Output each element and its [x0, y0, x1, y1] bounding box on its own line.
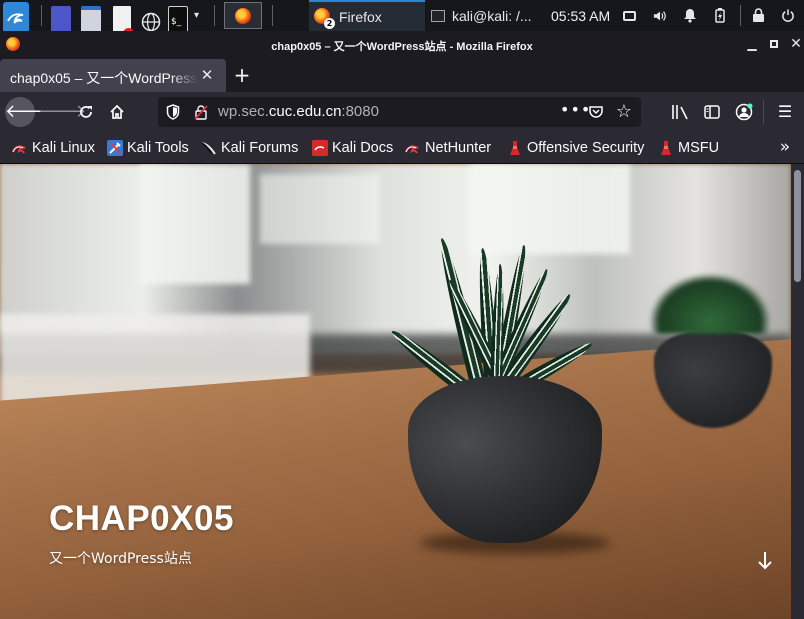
tab-strip: chap0x05 – 又一个WordPress站点 ✕ +: [0, 58, 804, 92]
new-tab-button[interactable]: +: [232, 64, 252, 86]
battery-icon[interactable]: [713, 0, 727, 31]
forward-button[interactable]: 🡒: [38, 97, 86, 127]
msfu-icon: [658, 140, 674, 156]
bookmark-msfu[interactable]: MSFU: [658, 138, 719, 158]
bookmark-label: Kali Linux: [32, 140, 95, 156]
pocket-icon[interactable]: [588, 104, 604, 120]
scrollbar-thumb[interactable]: [794, 170, 801, 282]
bookmark-label: Kali Forums: [221, 140, 299, 156]
window-titlebar[interactable]: chap0x05 – 又一个WordPress站点 - Mozilla Fire…: [0, 31, 804, 58]
bookmark-kali-tools[interactable]: Kali Tools: [107, 138, 189, 158]
url-prefix: wp.sec.: [218, 103, 269, 120]
clock[interactable]: 05:53 AM: [551, 0, 610, 31]
kali-docs-icon: [312, 140, 328, 156]
bookmarks-overflow-icon[interactable]: »: [775, 137, 795, 157]
offsec-icon: [507, 140, 523, 156]
bookmark-kali-docs[interactable]: Kali Docs: [312, 138, 393, 158]
system-panel: $_ ▾ 2 Firefox kali@kali: /... 05:53 AM: [0, 0, 804, 39]
bookmark-label: Offensive Security: [527, 140, 645, 156]
site-title[interactable]: CHAP0X05: [49, 499, 234, 539]
maximize-icon[interactable]: [766, 36, 782, 52]
bookmark-label: NetHunter: [425, 140, 492, 156]
task-terminal[interactable]: kali@kali: /...: [426, 0, 542, 31]
kali-menu-icon[interactable]: [3, 2, 29, 33]
home-button[interactable]: [102, 97, 132, 127]
tab-close-icon[interactable]: ✕: [199, 66, 215, 84]
url-port: :8080: [341, 103, 379, 120]
minimize-icon[interactable]: ▁: [744, 36, 760, 52]
page-actions-icon[interactable]: •••: [560, 100, 590, 119]
url-text[interactable]: wp.sec.cuc.edu.cn:8080: [218, 103, 379, 120]
bookmark-star-icon[interactable]: ☆: [615, 101, 633, 122]
volume-icon[interactable]: [653, 0, 667, 31]
bookmark-label: Kali Tools: [127, 140, 189, 156]
lock-screen-icon[interactable]: [751, 0, 765, 31]
nethunter-icon: [405, 140, 421, 156]
tab-title: chap0x05 – 又一个WordPress站点: [10, 70, 198, 86]
window-count-badge: 2: [324, 17, 335, 29]
tab-active[interactable]: chap0x05 – 又一个WordPress站点 ✕: [0, 59, 226, 92]
firefox-icon: [235, 7, 251, 24]
tracking-shield-icon[interactable]: [166, 104, 180, 120]
hamburger-menu-icon[interactable]: ☰: [773, 100, 797, 124]
firefox-icon: 2: [314, 7, 335, 29]
library-icon[interactable]: [668, 100, 692, 124]
notification-bell-icon[interactable]: [683, 0, 697, 31]
bookmark-kali-forums[interactable]: Kali Forums: [201, 138, 298, 158]
back-button[interactable]: 🡐: [5, 97, 53, 127]
close-window-icon[interactable]: ✕: [788, 36, 804, 52]
bookmark-label: Kali Docs: [332, 140, 394, 156]
firefox-launcher[interactable]: [224, 2, 262, 29]
power-icon[interactable]: [781, 0, 795, 31]
site-tagline: 又一个WordPress站点: [49, 551, 192, 567]
chevron-down-icon[interactable]: ▾: [194, 0, 206, 31]
url-host: cuc.edu.cn: [268, 103, 342, 120]
hero-section: CHAP0X05 又一个WordPress站点: [0, 164, 791, 619]
task-label: kali@kali: /...: [452, 7, 532, 24]
bookmark-nethunter[interactable]: NetHunter: [405, 138, 491, 158]
page-scrollbar[interactable]: [791, 164, 804, 619]
task-firefox[interactable]: 2 Firefox: [309, 0, 425, 31]
bookmark-label: MSFU: [678, 140, 720, 156]
navigation-toolbar: 🡐 🡒 wp.sec.cuc.edu.cn:8080 ••• ☆ ☰: [0, 92, 804, 132]
sidebar-icon[interactable]: [700, 100, 724, 124]
bookmarks-toolbar: Kali Linux Kali Tools Kali Forums Kali D…: [0, 132, 804, 164]
account-icon[interactable]: [732, 100, 756, 124]
bookmark-offensive-security[interactable]: Offensive Security: [507, 138, 644, 158]
kali-icon: [12, 140, 28, 156]
url-bar[interactable]: wp.sec.cuc.edu.cn:8080 ••• ☆: [158, 97, 641, 127]
reload-button[interactable]: [71, 97, 101, 127]
terminal-icon: [431, 9, 445, 22]
kali-tools-icon: [107, 140, 123, 156]
window-title: chap0x05 – 又一个WordPress站点 - Mozilla Fire…: [271, 41, 533, 53]
scroll-down-arrow-icon[interactable]: [755, 550, 775, 572]
screen-icon[interactable]: [622, 0, 636, 31]
task-label: Firefox: [339, 8, 382, 25]
insecure-lock-icon[interactable]: [194, 104, 208, 120]
bookmark-kali-linux[interactable]: Kali Linux: [12, 138, 95, 158]
kali-forums-icon: [201, 140, 217, 156]
